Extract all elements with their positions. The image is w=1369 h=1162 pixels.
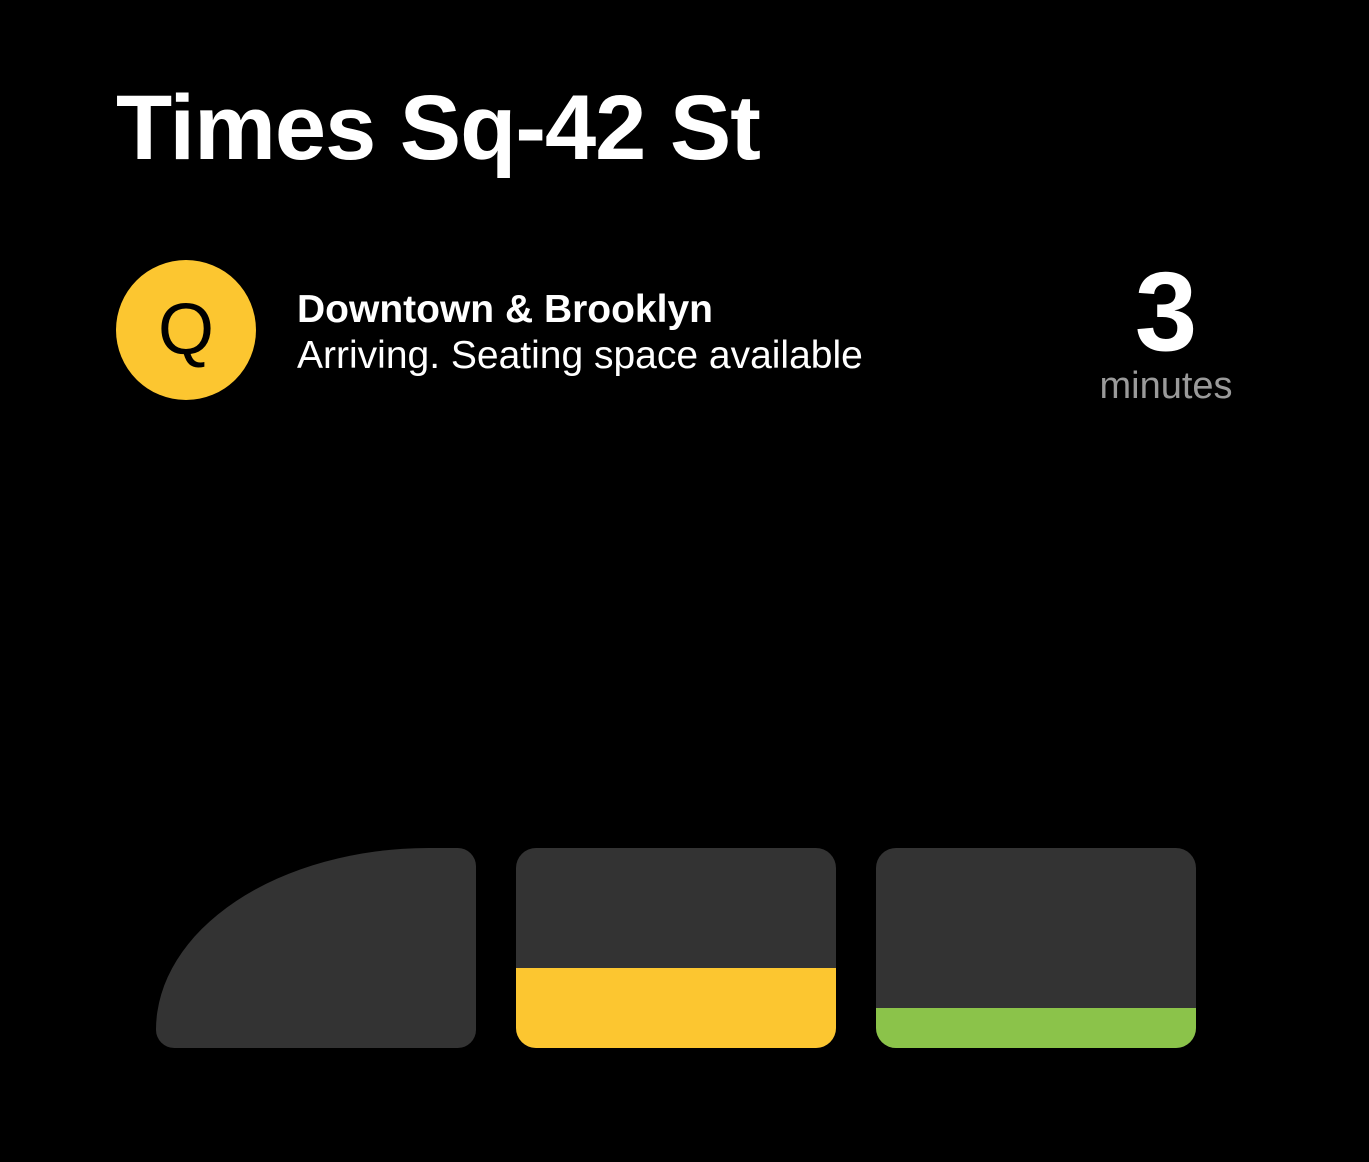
eta-value: 3 (1134, 249, 1198, 374)
station-title: Times Sq-42 St (116, 77, 761, 179)
train-car-3 (876, 848, 1196, 1048)
train-car-lead (156, 848, 476, 1048)
arrival-info: Downtown & Brooklyn Arriving. Seating sp… (297, 288, 863, 380)
eta-unit: minutes (1099, 365, 1233, 407)
train-crowding-diagram (156, 848, 1196, 1048)
crowding-level-fill (516, 968, 836, 1048)
crowding-level-fill (876, 1008, 1196, 1048)
route-letter: Q (157, 290, 214, 370)
arrival-status: Arriving. Seating space available (297, 334, 863, 377)
destination: Downtown & Brooklyn (297, 288, 713, 331)
train-car-2 (516, 848, 836, 1048)
arrival-countdown: 3 minutes (1066, 249, 1266, 407)
route-bullet: Q (116, 260, 256, 400)
